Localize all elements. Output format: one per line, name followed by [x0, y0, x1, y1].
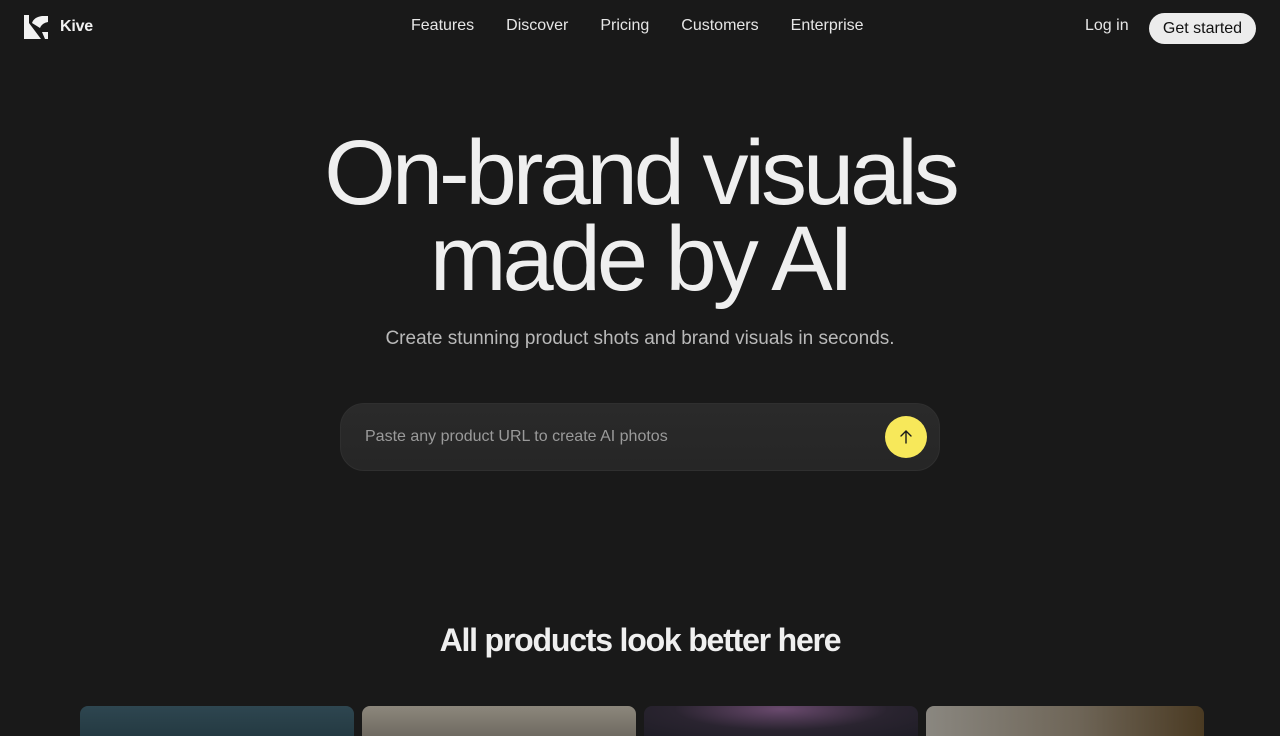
kive-logo-icon: [24, 15, 48, 39]
login-link[interactable]: Log in: [1085, 17, 1129, 35]
product-showcase-card[interactable]: [362, 706, 636, 736]
hero-subtitle: Create stunning product shots and brand …: [385, 328, 895, 349]
hero-title: On-brand visuals made by AI: [0, 127, 1280, 305]
product-showcase-card[interactable]: [644, 706, 918, 736]
main-nav-links: Features Discover Pricing Customers Ente…: [411, 17, 864, 35]
nav-link-customers[interactable]: Customers: [681, 17, 758, 35]
product-url-form: [340, 403, 940, 471]
product-url-input[interactable]: [365, 404, 875, 470]
nav-link-discover[interactable]: Discover: [506, 17, 568, 35]
arrow-up-icon: [900, 430, 912, 444]
nav-link-features[interactable]: Features: [411, 17, 474, 35]
get-started-button[interactable]: Get started: [1149, 13, 1256, 44]
product-showcase-card[interactable]: [80, 706, 354, 736]
brand-name: Kive: [60, 18, 93, 35]
brand-logo-link[interactable]: Kive: [24, 15, 93, 39]
nav-link-pricing[interactable]: Pricing: [600, 17, 649, 35]
top-nav: Kive Features Discover Pricing Customers…: [0, 0, 1280, 56]
product-showcase-card[interactable]: [926, 706, 1204, 736]
hero-title-line-2: made by AI: [429, 208, 854, 310]
submit-url-button[interactable]: [885, 416, 927, 458]
nav-link-enterprise[interactable]: Enterprise: [791, 17, 864, 35]
products-section-title: All products look better here: [439, 622, 842, 658]
